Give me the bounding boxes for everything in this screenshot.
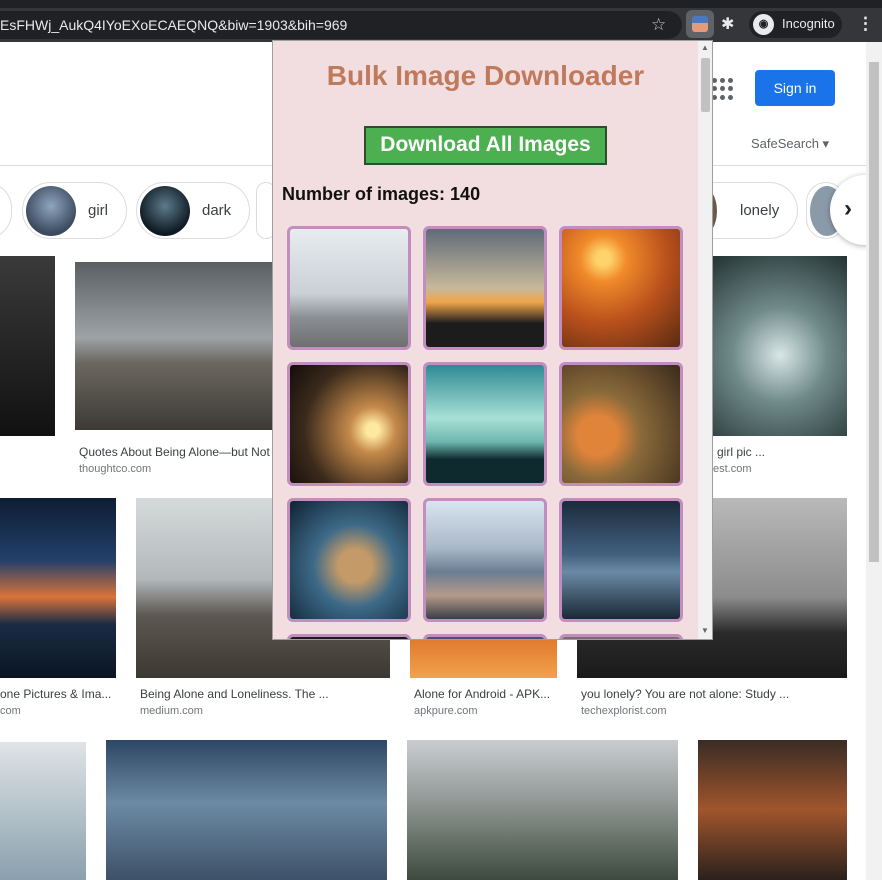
popup-scrollbar[interactable]: ▲ ▼ [698, 41, 712, 639]
chip-label: lonely [740, 202, 780, 219]
browser-menu-icon[interactable]: ⋮ [857, 14, 874, 34]
tile-image [426, 229, 544, 347]
chip-label: girl [88, 202, 109, 219]
download-all-images-button[interactable]: Download All Images [364, 126, 607, 165]
tile-image [426, 637, 544, 639]
browser-frame-top [0, 0, 882, 8]
result-image[interactable] [713, 256, 847, 436]
safesearch-label: SafeSearch [751, 136, 819, 151]
result-caption[interactable]: Alone for Android - APK... [414, 687, 557, 701]
image-tile[interactable] [287, 498, 411, 622]
safesearch-dropdown[interactable]: SafeSearch ▾ [751, 136, 829, 152]
address-bar[interactable]: EsFHWj_AukQ4IYoEXoECAEQNQ&biw=1903&bih=9… [0, 11, 682, 39]
image-count-label: Number of images: [282, 184, 446, 204]
tile-image [426, 365, 544, 483]
result-caption[interactable]: girl pic ... [717, 445, 765, 459]
sign-in-button[interactable]: Sign in [755, 70, 835, 106]
tile-image [562, 637, 680, 639]
result-image[interactable] [0, 742, 86, 880]
image-tile[interactable] [287, 634, 411, 639]
result-source[interactable]: techexplorist.com [581, 705, 667, 717]
image-tile[interactable] [287, 362, 411, 486]
result-image[interactable] [75, 262, 272, 430]
result-image[interactable] [410, 640, 557, 678]
tile-image [290, 365, 408, 483]
chip-thumbnail [26, 186, 76, 236]
result-image[interactable] [0, 256, 55, 436]
image-tile[interactable] [559, 226, 683, 350]
bookmark-star-icon[interactable]: ☆ [651, 15, 666, 35]
result-source[interactable]: medium.com [140, 705, 203, 717]
chevron-right-icon: › [844, 195, 852, 222]
image-tile[interactable] [287, 226, 411, 350]
screen: EsFHWj_AukQ4IYoEXoECAEQNQ&biw=1903&bih=9… [0, 0, 882, 880]
url-text[interactable]: EsFHWj_AukQ4IYoEXoECAEQNQ&biw=1903&bih=9… [0, 17, 347, 33]
page-scrollbar-thumb[interactable] [869, 62, 879, 562]
extension-image-icon [692, 16, 708, 32]
chip-label: dark [202, 202, 232, 219]
result-image[interactable] [407, 740, 678, 880]
result-caption[interactable]: Quotes About Being Alone—but Not [79, 445, 272, 459]
tile-image [562, 501, 680, 619]
result-caption[interactable]: you lonely? You are not alone: Study ... [581, 687, 847, 701]
image-count: Number of images: 140 [282, 184, 480, 205]
result-image[interactable] [0, 498, 116, 678]
chip-girl[interactable]: girl [22, 182, 127, 239]
browser-toolbar: EsFHWj_AukQ4IYoEXoECAEQNQ&biw=1903&bih=9… [0, 8, 882, 42]
result-source[interactable]: est.com [713, 463, 752, 475]
chip-thumbnail [140, 186, 190, 236]
incognito-icon: ◉ [753, 14, 774, 35]
extensions-puzzle-icon[interactable]: ✱ [721, 14, 734, 34]
tile-image [290, 229, 408, 347]
bulk-image-downloader-extension-icon[interactable] [686, 10, 714, 38]
scroll-up-arrow-icon[interactable]: ▲ [701, 43, 709, 52]
chip-partial[interactable] [0, 182, 12, 239]
image-tile[interactable] [423, 362, 547, 486]
image-count-value: 140 [450, 184, 481, 204]
image-tile[interactable] [423, 498, 547, 622]
result-image[interactable] [106, 740, 387, 880]
scroll-down-arrow-icon[interactable]: ▼ [701, 626, 709, 635]
google-apps-icon[interactable] [712, 78, 734, 100]
result-image[interactable] [698, 740, 847, 880]
popup-title: Bulk Image Downloader [326, 60, 645, 91]
tile-image [290, 637, 408, 639]
tile-image [426, 501, 544, 619]
tile-image [562, 365, 680, 483]
result-source[interactable]: apkpure.com [414, 705, 478, 717]
image-tile[interactable] [559, 362, 683, 486]
result-caption[interactable]: Being Alone and Loneliness. The ... [140, 687, 390, 701]
tile-image [290, 501, 408, 619]
image-tile[interactable] [559, 498, 683, 622]
result-source[interactable]: thoughtco.com [79, 463, 151, 475]
image-tile[interactable] [423, 226, 547, 350]
page-scrollbar[interactable] [866, 42, 882, 880]
result-source[interactable]: com [0, 705, 21, 717]
result-caption[interactable]: one Pictures & Ima... [0, 687, 116, 701]
popup-scrollbar-thumb[interactable] [701, 58, 710, 112]
incognito-label: Incognito [782, 16, 835, 31]
image-tile[interactable] [559, 634, 683, 639]
chip-dark[interactable]: dark [136, 182, 250, 239]
tile-image [562, 229, 680, 347]
image-tile[interactable] [423, 634, 547, 639]
bulk-image-downloader-popup: Bulk Image Downloader Download All Image… [272, 40, 713, 640]
incognito-indicator[interactable]: ◉ Incognito [749, 11, 842, 38]
